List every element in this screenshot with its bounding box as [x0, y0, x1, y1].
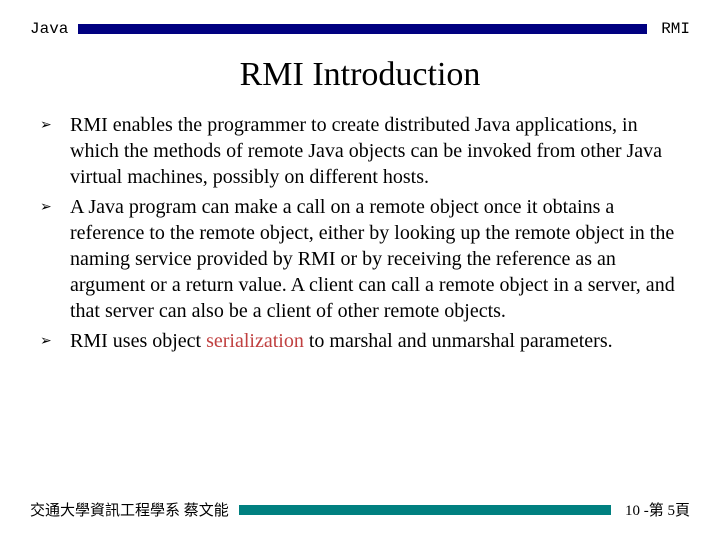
highlight-word: serialization [206, 330, 304, 352]
bullet-text: RMI enables the programmer to create dis… [70, 112, 680, 190]
slide-title: RMI Introduction [0, 56, 720, 94]
bullet-icon: ➢ [40, 194, 70, 324]
bullet-icon: ➢ [40, 112, 70, 190]
footer-page-number: 10 -第 5頁 [625, 499, 690, 520]
footer-bar [239, 505, 611, 515]
bullet-text: RMI uses object serialization to marshal… [70, 328, 613, 354]
list-item: ➢ RMI enables the programmer to create d… [40, 112, 680, 190]
footer-left-label: 交通大學資訊工程學系 蔡文能 [30, 499, 229, 520]
header-left-label: Java [30, 20, 68, 38]
slide-header: Java RMI [0, 0, 720, 38]
header-right-label: RMI [661, 20, 690, 38]
list-item: ➢ A Java program can make a call on a re… [40, 194, 680, 324]
bullet-icon: ➢ [40, 328, 70, 354]
slide-footer: 交通大學資訊工程學系 蔡文能 10 -第 5頁 [0, 499, 720, 520]
list-item: ➢ RMI uses object serialization to marsh… [40, 328, 680, 354]
bullet-text: A Java program can make a call on a remo… [70, 194, 680, 324]
bullet-pre: RMI uses object [70, 330, 206, 352]
header-bar [78, 24, 647, 34]
slide-content: ➢ RMI enables the programmer to create d… [0, 112, 720, 354]
bullet-post: to marshal and unmarshal parameters. [304, 330, 613, 352]
